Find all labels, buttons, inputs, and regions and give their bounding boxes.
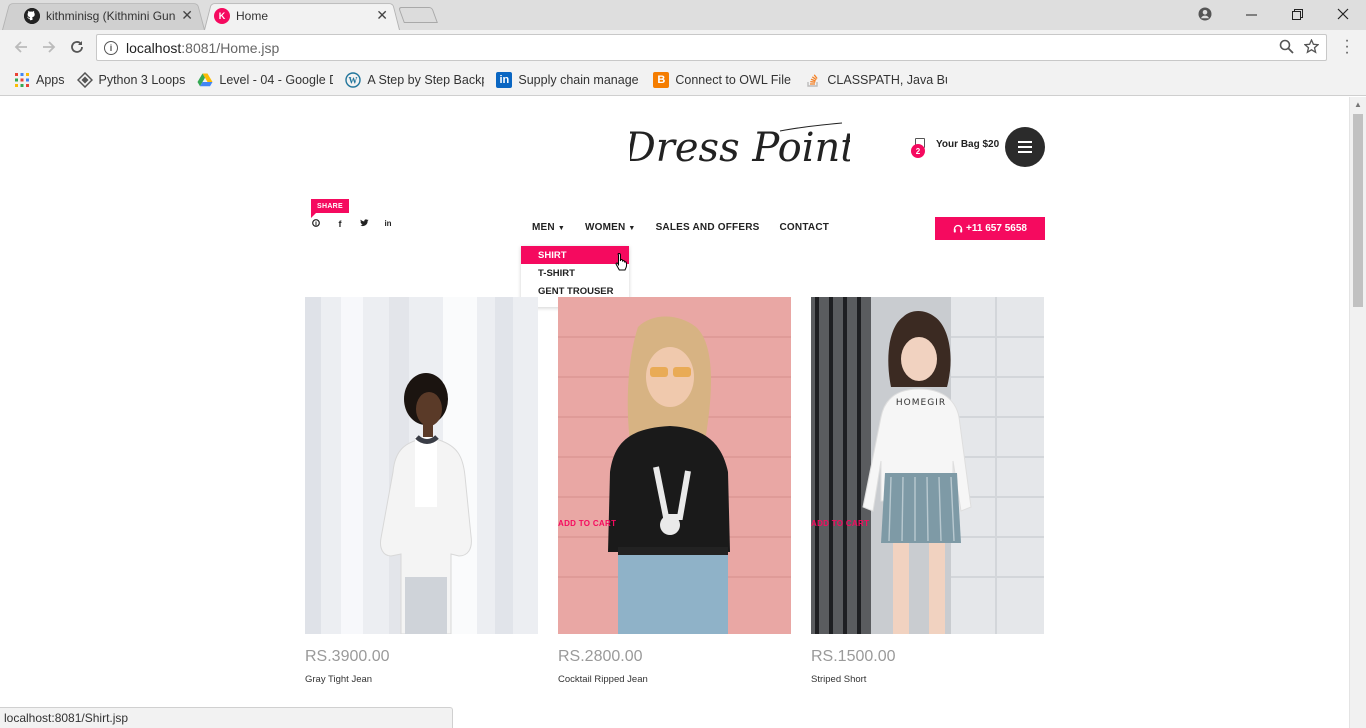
reload-icon[interactable]: [66, 36, 88, 58]
close-window-button[interactable]: [1320, 0, 1366, 28]
python-diamond-icon: [76, 71, 93, 88]
logo-script: Dress Point: [623, 122, 857, 171]
bookmark-label: Connect to OWL File: [675, 72, 791, 87]
headset-icon: [953, 224, 963, 232]
k-icon: K: [214, 7, 230, 24]
bookmark-label: Level - 04 - Google D: [219, 72, 334, 87]
stackoverflow-icon: [807, 73, 819, 87]
product-price: RS.3900.00: [305, 648, 390, 665]
browser-toolbar: i localhost:8081/Home.jsp · · ·: [0, 30, 1366, 64]
product-image[interactable]: [305, 297, 538, 634]
apps-grid-icon: [15, 72, 29, 87]
close-tab-icon[interactable]: ✕: [181, 7, 193, 24]
forward-icon[interactable]: [38, 36, 60, 58]
chrome-menu-icon[interactable]: · · ·: [1339, 33, 1355, 61]
product-image[interactable]: [558, 297, 791, 634]
svg-text:W: W: [349, 75, 358, 85]
page-scrollbar[interactable]: ▲: [1349, 97, 1366, 728]
restore-button[interactable]: [1274, 0, 1320, 28]
tab-title: kithminisg (Kithmini Gunasekara): [46, 8, 176, 23]
zoom-icon[interactable]: [1279, 39, 1294, 54]
hand-cursor-icon: [615, 252, 628, 271]
shopping-bag[interactable]: 2 Your Bag $20: [911, 137, 1000, 158]
add-to-cart-link[interactable]: ADD TO CART: [558, 519, 616, 528]
bookmark-python-loops[interactable]: Python 3 Loops: [76, 71, 186, 88]
phone-button[interactable]: +11 657 5658: [935, 217, 1045, 240]
pinterest-icon[interactable]: [311, 219, 321, 229]
bookmark-google-drive[interactable]: Level - 04 - Google D: [197, 72, 333, 88]
nav-contact[interactable]: CONTACT: [780, 222, 830, 233]
product-name[interactable]: Striped Short: [811, 674, 1044, 685]
bookmark-apps[interactable]: Apps: [14, 72, 65, 88]
logo-text: Dress Point: [630, 125, 850, 171]
linkedin-icon[interactable]: in: [383, 219, 393, 229]
bookmark-star-icon[interactable]: [1304, 39, 1319, 54]
tab-title: Home: [236, 8, 269, 23]
product-name[interactable]: Cocktail Ripped Jean: [558, 674, 791, 685]
bookmark-label: Apps: [36, 72, 65, 87]
bookmark-backprop[interactable]: W A Step by Step Backp: [345, 71, 485, 88]
nav-sales-and-offers[interactable]: SALES AND OFFERS: [656, 222, 760, 233]
link-status-bar: localhost:8081/Shirt.jsp: [0, 707, 453, 728]
new-tab-button[interactable]: [398, 7, 438, 23]
nav-women[interactable]: WOMEN ▼: [585, 222, 636, 233]
wordpress-icon: W: [345, 71, 362, 88]
hamburger-menu-button[interactable]: [1005, 127, 1045, 167]
main-nav: MEN ▼ WOMEN ▼ SALES AND OFFERS CONTACT: [532, 222, 829, 233]
dropdown-item-t-shirt[interactable]: T-SHIRT: [521, 264, 629, 282]
close-tab-icon[interactable]: ✕: [376, 7, 388, 24]
linkedin-icon: in: [496, 71, 513, 88]
bookmark-label: A Step by Step Backp: [367, 72, 485, 87]
add-to-cart-link[interactable]: ADD TO CART: [811, 519, 869, 528]
github-icon: [24, 7, 40, 24]
minimize-button[interactable]: [1228, 0, 1274, 28]
scrollbar-thumb[interactable]: [1353, 114, 1363, 307]
svg-text:HOMEGIR: HOMEGIR: [896, 398, 946, 408]
bookmark-label: CLASSPATH, Java Buil: [827, 72, 948, 87]
page-viewport: Dress Point 2 Your Bag $20 SHARE f in ME…: [0, 97, 1349, 728]
url-path: :8081/Home.jsp: [181, 39, 280, 56]
bookmark-owl-file[interactable]: B Connect to OWL File: [653, 71, 793, 88]
social-links: f in: [311, 219, 393, 229]
share-tag: SHARE: [311, 199, 350, 218]
phone-number: +11 657 5658: [966, 223, 1027, 234]
facebook-icon[interactable]: f: [335, 219, 345, 229]
url-host: localhost: [126, 39, 182, 56]
bag-label: Your Bag $20: [936, 138, 1000, 150]
bag-icon: 2: [911, 137, 926, 158]
twitter-icon[interactable]: [359, 219, 369, 229]
bookmark-label: Supply chain manage: [518, 72, 639, 87]
tab-github[interactable]: kithminisg (Kithmini Gunasekara) ✕: [2, 1, 205, 31]
product-image[interactable]: HOMEGIR: [811, 297, 1044, 634]
scroll-up-icon[interactable]: ▲: [1354, 100, 1362, 109]
bag-count-badge: 2: [911, 144, 925, 158]
site-logo[interactable]: Dress Point: [623, 119, 857, 177]
nav-men[interactable]: MEN ▼: [532, 222, 565, 233]
tab-home[interactable]: K Home ✕: [204, 1, 400, 31]
dropdown-item-shirt[interactable]: SHIRT: [521, 246, 629, 264]
info-icon[interactable]: i: [104, 40, 118, 55]
product-price: RS.1500.00: [811, 648, 896, 665]
bookmark-classpath[interactable]: CLASSPATH, Java Buil: [805, 72, 947, 88]
back-icon[interactable]: [10, 36, 32, 58]
tab-strip: kithminisg (Kithmini Gunasekara) ✕ K Hom…: [0, 0, 1366, 31]
address-bar[interactable]: i localhost:8081/Home.jsp: [96, 34, 1327, 61]
google-drive-icon: [197, 73, 213, 86]
product-card[interactable]: HOMEGIR RS.1500.00 Striped Short: [811, 297, 1044, 685]
blogger-icon: B: [653, 71, 670, 88]
bookmark-label: Python 3 Loops: [98, 72, 186, 87]
product-price: RS.2800.00: [558, 648, 643, 665]
product-name[interactable]: Gray Tight Jean: [305, 674, 538, 685]
profile-icon[interactable]: [1182, 0, 1228, 28]
product-card[interactable]: RS.2800.00 Cocktail Ripped Jean: [558, 297, 791, 685]
bookmarks-bar: Apps Python 3 Loops Level - 04 - Google …: [0, 64, 1366, 96]
bookmark-supply-chain[interactable]: in Supply chain manage: [496, 71, 641, 88]
caret-down-icon: ▼: [628, 225, 636, 232]
caret-down-icon: ▼: [557, 225, 565, 232]
product-card[interactable]: RS.3900.00 Gray Tight Jean: [305, 297, 538, 685]
